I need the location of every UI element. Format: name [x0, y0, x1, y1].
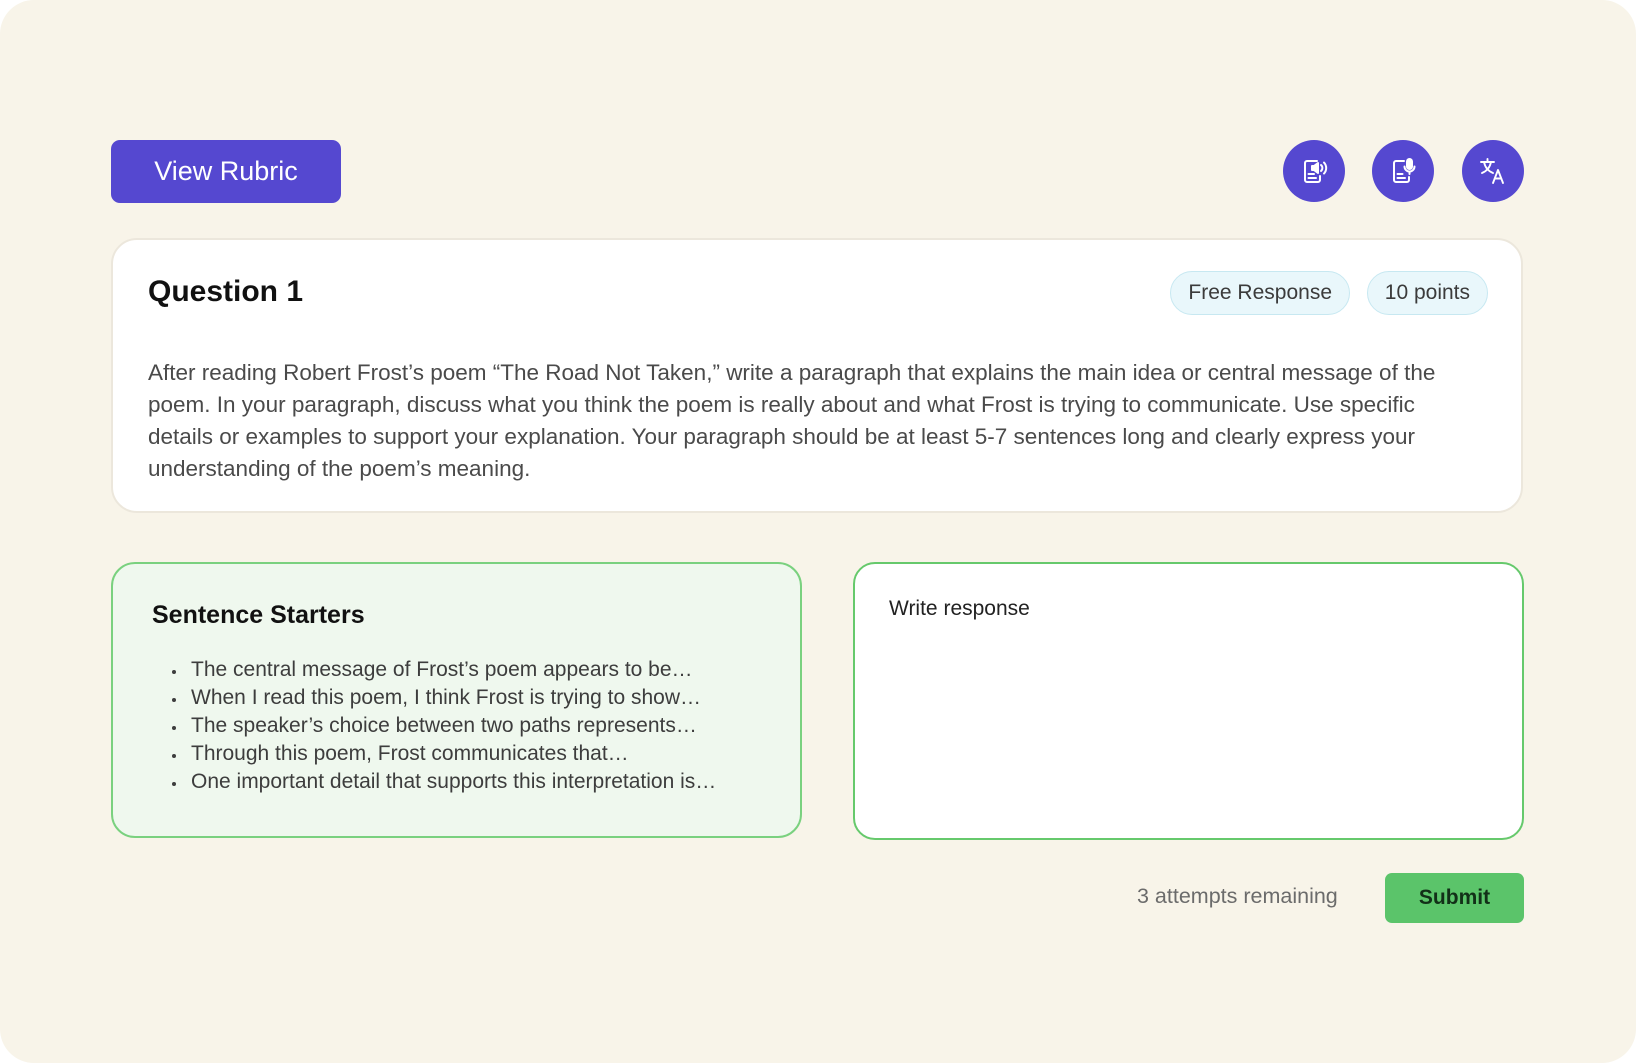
- view-rubric-button[interactable]: View Rubric: [111, 140, 341, 203]
- question-type-badge: Free Response: [1170, 271, 1350, 315]
- speech-to-text-button[interactable]: [1372, 140, 1434, 202]
- sentence-starter-item: When I read this poem, I think Frost is …: [187, 684, 716, 712]
- sentence-starters-title: Sentence Starters: [152, 601, 365, 629]
- sentence-starter-item: One important detail that supports this …: [187, 768, 716, 796]
- read-aloud-button[interactable]: [1283, 140, 1345, 202]
- translate-button[interactable]: [1462, 140, 1524, 202]
- question-prompt: After reading Robert Frost’s poem “The R…: [148, 360, 1436, 481]
- sentence-starters-panel: Sentence Starters The central message of…: [111, 562, 802, 838]
- attempts-remaining: 3 attempts remaining: [1137, 884, 1338, 908]
- assignment-page: View Rubric Question 1 Free Response 10 …: [0, 0, 1636, 1063]
- sentence-starters-list: The central message of Frost’s poem appe…: [187, 656, 716, 796]
- sentence-starter-item: The speaker’s choice between two paths r…: [187, 712, 716, 740]
- response-input[interactable]: [853, 562, 1524, 840]
- submit-button[interactable]: Submit: [1385, 873, 1524, 923]
- document-speaker-icon: [1304, 160, 1328, 183]
- document-microphone-icon: [1393, 158, 1416, 183]
- sentence-starter-item: The central message of Frost’s poem appe…: [187, 656, 716, 684]
- question-title: Question 1: [148, 275, 304, 308]
- translate-icon: [1480, 158, 1504, 184]
- points-badge: 10 points: [1366, 271, 1488, 315]
- question-card: Question 1 Free Response 10 points After…: [111, 238, 1523, 513]
- sentence-starter-item: Through this poem, Frost communicates th…: [187, 740, 716, 768]
